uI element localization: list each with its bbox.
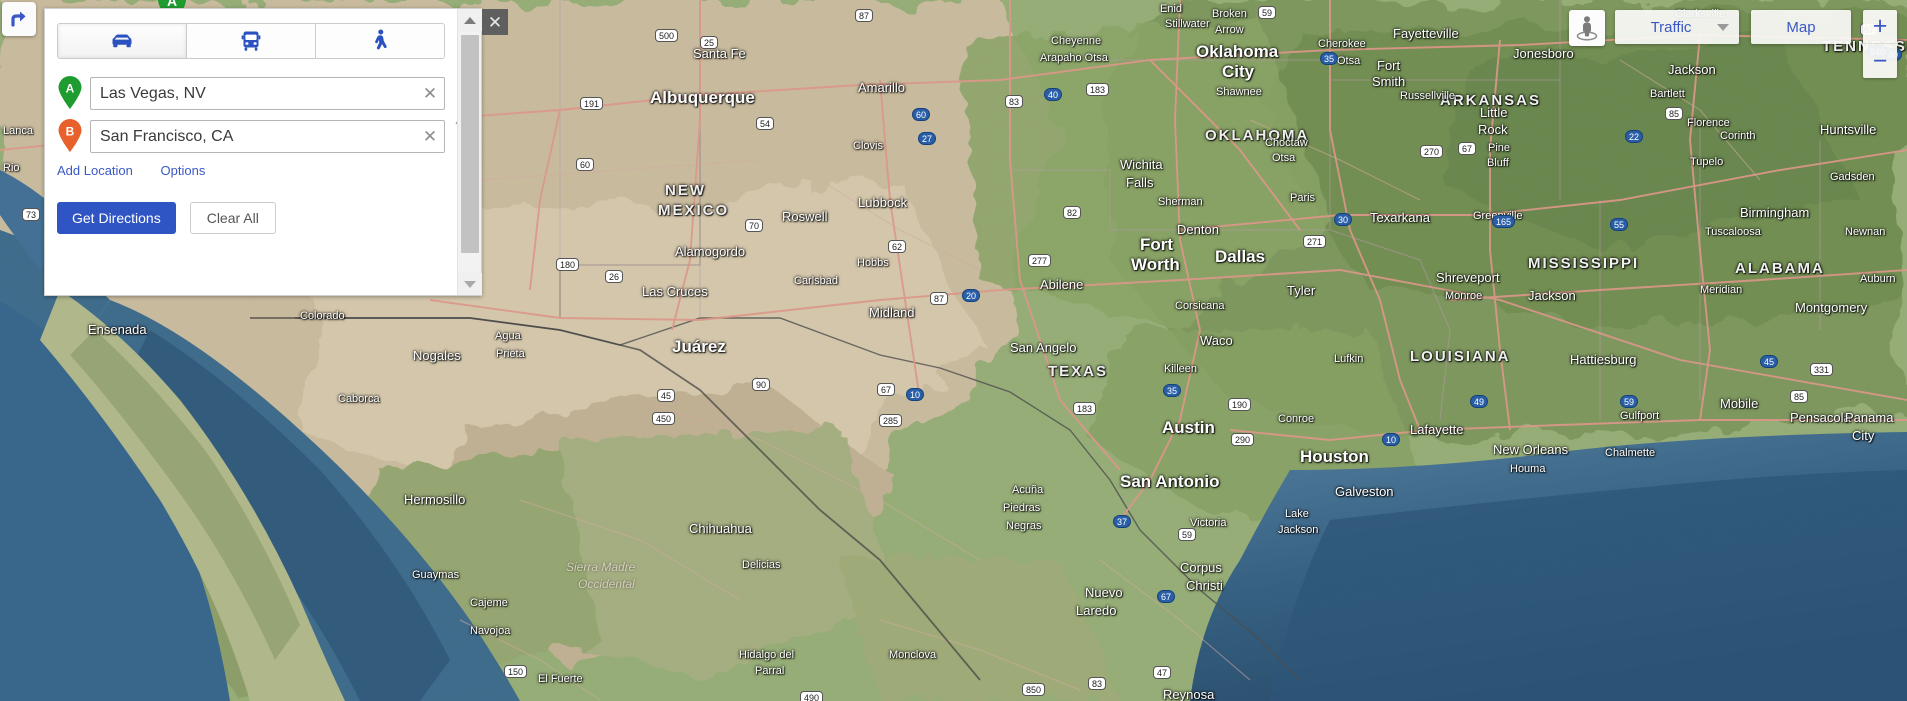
clear-origin-icon[interactable]: ✕ bbox=[422, 85, 438, 102]
origin-input[interactable] bbox=[90, 77, 445, 110]
location-row-a: A ✕ bbox=[57, 75, 445, 110]
pegman-glyph bbox=[1576, 16, 1598, 41]
directions-panel[interactable]: A ✕ B bbox=[44, 8, 482, 296]
marker-a-icon: A bbox=[57, 75, 83, 110]
triangle-up-icon bbox=[464, 16, 476, 24]
clear-destination-icon[interactable]: ✕ bbox=[422, 128, 438, 145]
destination-input-wrap: ✕ bbox=[90, 120, 445, 153]
travel-mode-tabs[interactable] bbox=[57, 23, 445, 59]
panel-links: Add Location Options bbox=[57, 163, 445, 178]
travel-mode-tab-transit[interactable] bbox=[187, 24, 316, 58]
close-icon: ✕ bbox=[487, 12, 503, 32]
location-fields: A ✕ B bbox=[57, 75, 478, 153]
get-directions-button[interactable]: Get Directions bbox=[57, 202, 176, 234]
map-controls[interactable]: Traffic Map + − bbox=[1569, 10, 1897, 78]
bus-icon bbox=[241, 31, 261, 51]
chevron-down-icon bbox=[1717, 23, 1729, 31]
scrollbar-up-button[interactable] bbox=[458, 9, 482, 31]
options-link[interactable]: Options bbox=[161, 163, 206, 178]
pedestrian-icon bbox=[375, 29, 387, 50]
basemap-button[interactable]: Map bbox=[1751, 10, 1851, 44]
svg-text:A: A bbox=[66, 81, 75, 95]
zoom-controls[interactable]: + − bbox=[1863, 10, 1897, 78]
zoom-out-button[interactable]: − bbox=[1863, 44, 1897, 78]
scrollbar-thumb[interactable] bbox=[461, 35, 479, 253]
car-icon bbox=[112, 34, 132, 48]
panel-actions: Get Directions Clear All bbox=[57, 202, 445, 234]
directions-panel-body: A ✕ B bbox=[45, 9, 478, 295]
location-row-b: B ✕ bbox=[57, 118, 445, 153]
close-directions-panel-button[interactable]: ✕ bbox=[482, 9, 508, 35]
origin-input-wrap: ✕ bbox=[90, 77, 445, 110]
basemap-label: Map bbox=[1786, 18, 1816, 36]
traffic-dropdown[interactable]: Traffic bbox=[1615, 10, 1739, 44]
map-viewport[interactable]: Santa Fe Albuquerque Amarillo Clovis NEW MEXI… bbox=[0, 0, 1907, 701]
scrollbar-down-button[interactable] bbox=[458, 273, 482, 295]
clear-all-button[interactable]: Clear All bbox=[189, 202, 276, 234]
destination-input[interactable] bbox=[90, 120, 445, 153]
travel-mode-tab-walking[interactable] bbox=[316, 24, 444, 58]
svg-text:B: B bbox=[66, 124, 75, 138]
triangle-down-icon bbox=[464, 280, 476, 288]
zoom-in-button[interactable]: + bbox=[1863, 10, 1897, 44]
add-location-link[interactable]: Add Location bbox=[57, 163, 133, 178]
panel-scrollbar[interactable] bbox=[457, 9, 482, 295]
directions-arrow-icon bbox=[11, 11, 26, 27]
traffic-label: Traffic bbox=[1650, 18, 1692, 36]
marker-b-icon: B bbox=[57, 118, 83, 153]
directions-launcher-button[interactable] bbox=[2, 2, 36, 36]
travel-mode-tab-driving[interactable] bbox=[58, 24, 187, 58]
street-view-pegman-icon[interactable] bbox=[1569, 10, 1605, 46]
